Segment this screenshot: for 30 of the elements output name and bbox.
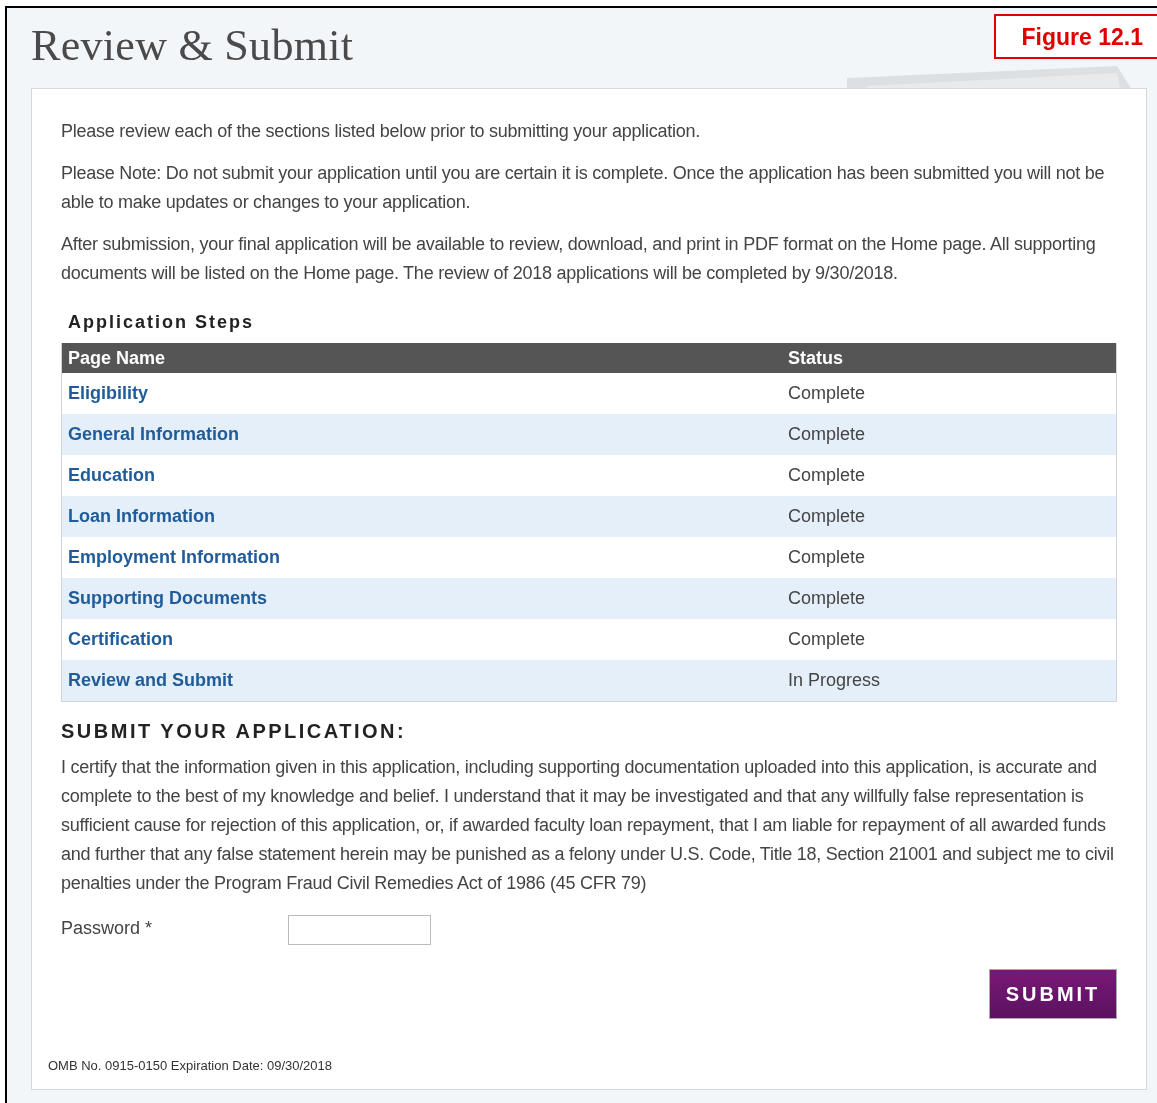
password-label: Password *	[61, 917, 154, 939]
page-link[interactable]: Supporting Documents	[68, 588, 267, 609]
status-cell-text: Complete	[787, 424, 866, 445]
status-cell-text: In Progress	[787, 670, 881, 691]
intro-paragraph: Please Note: Do not submit your application until you are certain it is complete. Once the application has been submitted you will not be able to make updates or changes to your application.	[61, 162, 1106, 214]
column-header: Page Name	[67, 347, 166, 369]
submit-button[interactable]: SUBMIT	[989, 969, 1117, 1019]
status-cell-text: Complete	[787, 547, 866, 568]
footer-text: OMB No. 0915-0150 Expiration Date: 09/30/2018	[48, 1058, 332, 1073]
page-link[interactable]: Review and Submit	[68, 670, 234, 691]
intro-paragraph: Please review each of the sections listed below prior to submitting your application.	[61, 120, 702, 143]
password-field[interactable]	[288, 915, 431, 945]
page-link[interactable]: Eligibility	[68, 383, 148, 404]
section-heading: SUBMIT YOUR APPLICATION:	[61, 720, 408, 743]
section-heading: Application Steps	[68, 312, 255, 333]
page-title: Review & Submit	[31, 20, 354, 72]
status-cell-text: Complete	[787, 506, 866, 527]
figure-label: Figure 12.1	[993, 14, 1157, 59]
page-link[interactable]: Education	[68, 465, 155, 486]
page-link[interactable]: Employment Information	[68, 547, 280, 568]
column-header: Status	[787, 347, 843, 369]
status-cell-text: Complete	[787, 383, 866, 404]
page-link[interactable]: Loan Information	[68, 506, 215, 527]
intro-paragraph: After submission, your final application will be available to review, download, and print in PDF format on the Home page. All supporting documents will be listed on the Home page. The review of 2018 applications will be completed by 9/30/2018.	[61, 233, 1097, 285]
status-cell-text: Complete	[787, 588, 866, 609]
certification-text: I certify that the information given in this application, including supporting documentation uploaded into this application, is accurate and complete to the best of my knowledge and belief. I understand that it may be investigated and that any willfully false representation is sufficient cause for rejection of this application, or, if awarded faculty loan repayment, that I am liable for repayment of all awarded funds and further that any false statement herein may be punished as a felony under U.S. Code, Title 18, Section 21001 and subject me to civil penalties under the Program Fraud Civil Remedies Act of 1986 (45 CFR 79)	[61, 756, 1115, 895]
page-link[interactable]: General Information	[68, 424, 240, 445]
status-cell-text: Complete	[787, 465, 866, 486]
status-cell-text: Complete	[787, 629, 866, 650]
page-link[interactable]: Certification	[68, 629, 173, 650]
